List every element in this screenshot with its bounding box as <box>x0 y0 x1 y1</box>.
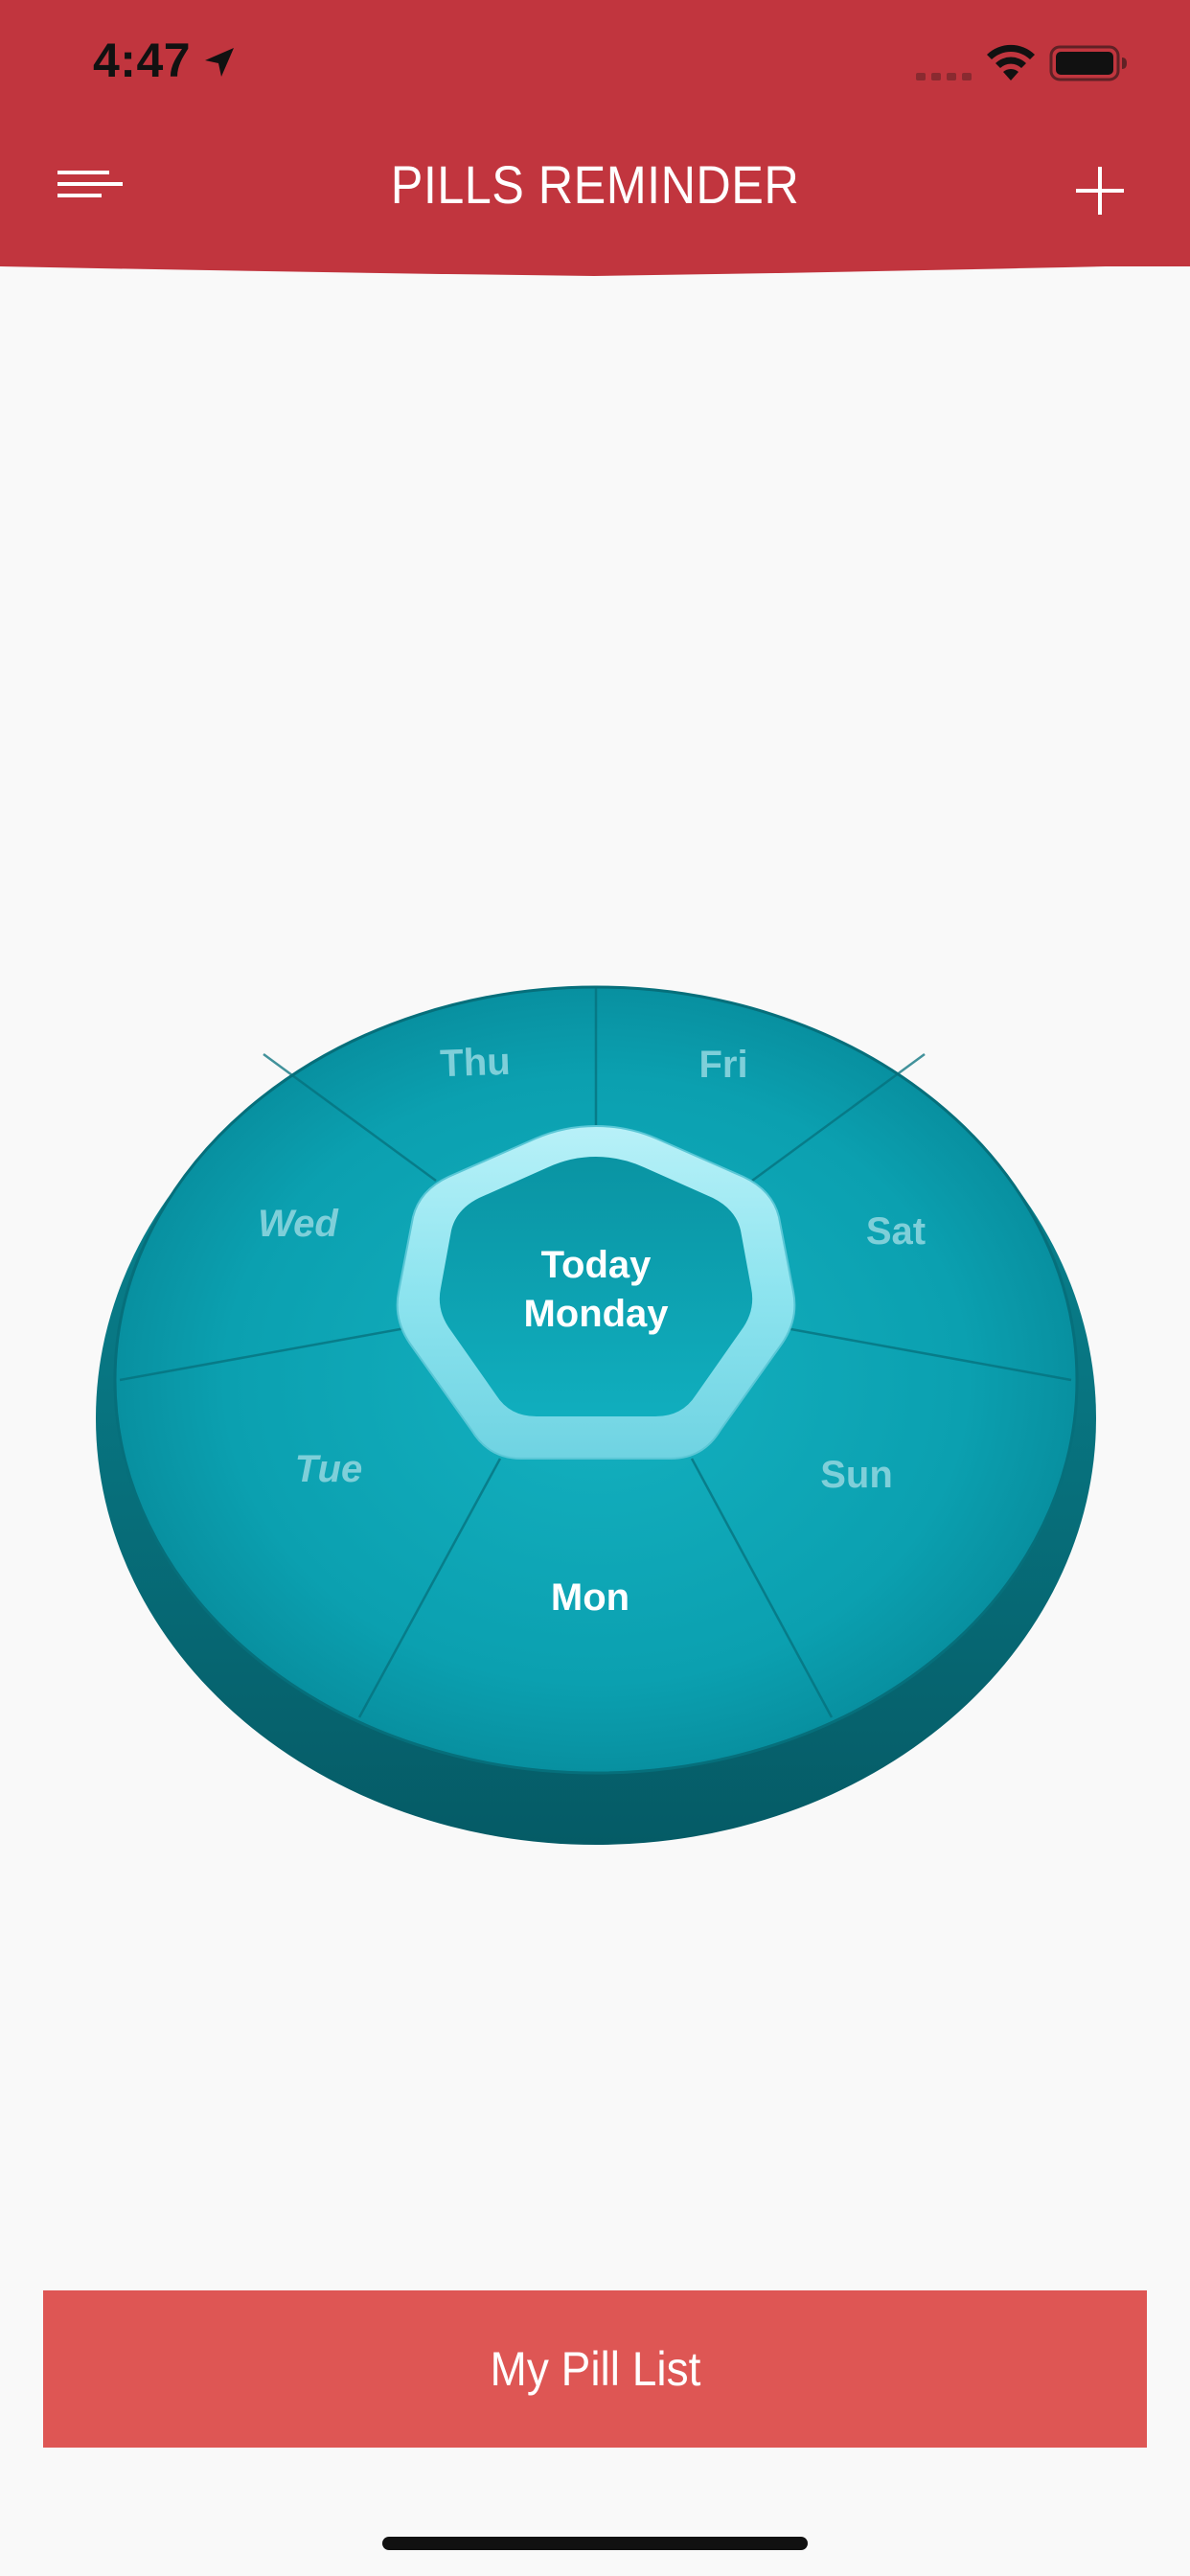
pill-box-wheel: Thu Fri Wed Sat Tue Sun Mon Today Monday <box>96 985 1096 1845</box>
battery-icon <box>1049 45 1127 81</box>
page-title: PILLS REMINDER <box>390 154 800 215</box>
add-button[interactable] <box>1070 161 1130 220</box>
plus-icon <box>1076 167 1124 215</box>
today-center-button[interactable]: Today Monday <box>523 1244 669 1335</box>
my-pill-list-label: My Pill List <box>490 2342 700 2396</box>
cellular-signal-icon <box>916 73 972 80</box>
location-arrow-icon <box>205 48 234 77</box>
app-header: 4:47 PILLS REMINDER <box>0 0 1190 266</box>
wifi-icon <box>987 44 1035 80</box>
home-indicator <box>382 2537 808 2550</box>
my-pill-list-button[interactable]: My Pill List <box>43 2290 1147 2448</box>
today-day-name: Monday <box>523 1293 669 1335</box>
today-label: Today <box>541 1244 652 1286</box>
status-time: 4:47 <box>93 34 192 87</box>
header-bottom-edge <box>0 259 1190 276</box>
